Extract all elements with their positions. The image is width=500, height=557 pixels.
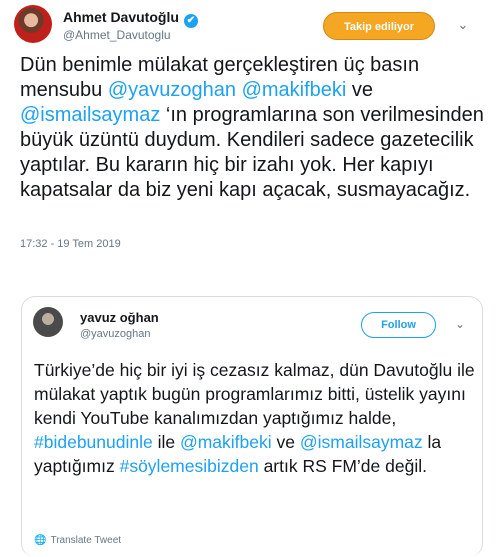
text-segment: ve xyxy=(271,432,300,452)
text-segment: artık RS FM’de değil. xyxy=(258,456,427,476)
mention-link[interactable]: @ismailsaymaz xyxy=(20,104,160,126)
quoted-tweet[interactable]: yavuz oğhan @yavuzoghan Follow ⌄ Türkiye… xyxy=(21,296,483,557)
translate-label[interactable]: Translate Tweet xyxy=(50,535,121,546)
author-handle[interactable]: @Ahmet_Davutoglu xyxy=(63,28,171,42)
chevron-down-icon[interactable]: ⌄ xyxy=(452,14,474,36)
follow-button[interactable]: Follow xyxy=(361,312,436,338)
quoted-author-handle[interactable]: @yavuzoghan xyxy=(80,328,151,340)
author-avatar[interactable] xyxy=(14,5,52,43)
quoted-author-name[interactable]: yavuz oğhan xyxy=(80,310,159,325)
hashtag-link[interactable]: #söylemesibizden xyxy=(120,456,259,476)
globe-icon: 🌐 xyxy=(34,535,47,546)
mention-link[interactable]: @makifbeki xyxy=(242,79,347,101)
following-button[interactable]: Takip ediliyor xyxy=(323,12,435,40)
mention-link[interactable]: @ismailsaymaz xyxy=(300,432,423,452)
tweet-timestamp[interactable]: 17:32 - 19 Tem 2019 xyxy=(20,238,121,250)
text-segment: Türkiye’de hiç bir iyi iş cezasız kalmaz… xyxy=(34,360,475,428)
quoted-tweet-text: Türkiye’de hiç bir iyi iş cezasız kalmaz… xyxy=(34,358,478,478)
translate-tweet-link[interactable]: 🌐 Translate Tweet xyxy=(34,535,121,546)
chevron-down-icon[interactable]: ⌄ xyxy=(450,314,470,334)
main-tweet: Ahmet Davutoğlu ✔ @Ahmet_Davutoglu Takip … xyxy=(0,0,500,268)
text-segment: ve xyxy=(346,79,374,101)
mention-link[interactable]: @makifbeki xyxy=(180,432,272,452)
text-segment: ile xyxy=(152,432,180,452)
tweet-text: Dün benimle mülakat gerçekleştiren üç ba… xyxy=(20,53,490,203)
hashtag-link[interactable]: #bidebunudinle xyxy=(34,432,153,452)
verified-badge-icon: ✔ xyxy=(183,14,198,28)
mention-link[interactable]: @yavuzoghan xyxy=(108,79,236,101)
quoted-author-avatar[interactable] xyxy=(33,307,63,337)
author-name[interactable]: Ahmet Davutoğlu xyxy=(63,9,179,25)
author-name-row[interactable]: Ahmet Davutoğlu ✔ xyxy=(63,9,198,28)
